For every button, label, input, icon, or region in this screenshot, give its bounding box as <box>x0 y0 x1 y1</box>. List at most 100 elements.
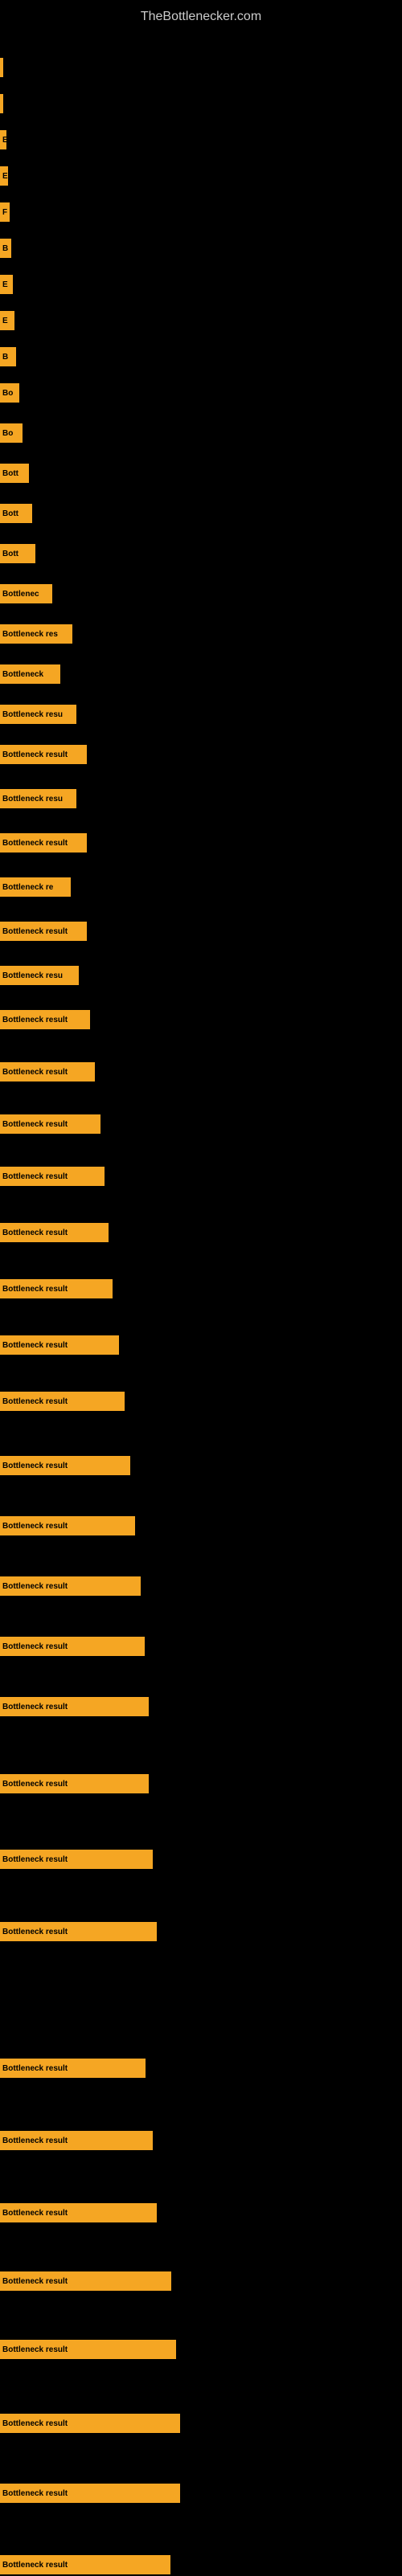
bar-row: Bottleneck result <box>0 1454 402 1477</box>
bar-row: Bott <box>0 502 402 525</box>
bar-label: E <box>2 317 8 325</box>
bar-label: Bottleneck result <box>2 1780 68 1789</box>
bar-label: Bottleneck result <box>2 2277 68 2286</box>
bar-row: Bottleneck result <box>0 1334 402 1356</box>
bar-label: Bottleneck result <box>2 2209 68 2218</box>
bar-row: Bottleneck result <box>0 2129 402 2152</box>
bar-row: Bottleneck result <box>0 2057 402 2079</box>
bar-label: Bottleneck resu <box>2 971 63 980</box>
bar: Bottleneck result <box>0 1392 125 1411</box>
bar: Bott <box>0 504 32 523</box>
bar-label: F <box>2 208 7 217</box>
bar-row: Bottleneck result <box>0 1061 402 1083</box>
bar-label: Bottleneck result <box>2 1172 68 1181</box>
bar: E <box>0 311 14 330</box>
bar: Bottleneck result <box>0 1010 90 1029</box>
bar: Bo <box>0 423 23 443</box>
bar-row: E <box>0 309 402 332</box>
bar-label: Bottleneck <box>2 670 43 679</box>
bar: Bottleneck result <box>0 1697 149 1716</box>
bar: Bottleneck result <box>0 1279 113 1298</box>
bar-row: Bottleneck result <box>0 2412 402 2435</box>
bar: B <box>0 347 16 366</box>
bar: Bo <box>0 383 19 403</box>
bar-label: Bottleneck result <box>2 1341 68 1350</box>
bar-label: Bottleneck result <box>2 1285 68 1294</box>
bar: Bottleneck result <box>0 1516 135 1535</box>
bar: Bottleneck result <box>0 1335 119 1355</box>
bar-row: B <box>0 237 402 260</box>
bar: Bottleneck <box>0 664 60 684</box>
bar: Bott <box>0 544 35 563</box>
bar: Bottleneck result <box>0 1167 105 1186</box>
bar-label: Bottleneck result <box>2 927 68 936</box>
bar-row: Bottleneck resu <box>0 787 402 810</box>
bar-label: Bott <box>2 509 18 518</box>
bar: Bott <box>0 464 29 483</box>
bar-row: Bottleneck result <box>0 1390 402 1413</box>
bar: Bottleneck result <box>0 1922 157 1941</box>
bar-row: Bottleneck result <box>0 1848 402 1871</box>
bar-row: Bottleneck result <box>0 1920 402 1943</box>
bar-row: Bottleneck result <box>0 1278 402 1300</box>
bar-label: Bottleneck result <box>2 1462 68 1470</box>
bar-row: Bottleneck result <box>0 1695 402 1718</box>
bar-row: Bottleneck result <box>0 920 402 942</box>
bar-label: Bottleneck result <box>2 1120 68 1129</box>
bar: Bottleneck result <box>0 2555 170 2574</box>
bar: B <box>0 239 11 258</box>
bar-row: B <box>0 346 402 368</box>
bar: Bottleneck result <box>0 1223 109 1242</box>
bar-label: Bottleneck result <box>2 1229 68 1237</box>
bar-label: Bottleneck resu <box>2 795 63 803</box>
bar-row: Bottlenec <box>0 583 402 605</box>
bar-row: Bottleneck result <box>0 1165 402 1188</box>
bar-row: Bottleneck res <box>0 623 402 645</box>
bar-label: B <box>2 244 8 253</box>
bar-row: Bottleneck result <box>0 2270 402 2292</box>
bar-label: B <box>2 353 8 362</box>
bar-row: Bottleneck result <box>0 2482 402 2504</box>
bar: Bottleneck result <box>0 1774 149 1793</box>
bar-label: Bott <box>2 550 18 558</box>
bar-label: Bottleneck result <box>2 1642 68 1651</box>
bar-label: Bottleneck result <box>2 2345 68 2354</box>
bar: F <box>0 202 10 222</box>
bar-label: Bottleneck result <box>2 1582 68 1591</box>
bar-label: Bottleneck result <box>2 2419 68 2428</box>
bar <box>0 58 3 77</box>
bar: Bottleneck resu <box>0 789 76 808</box>
bar-label: Bottleneck result <box>2 839 68 848</box>
bar-row: Bott <box>0 542 402 565</box>
bar-row: Bottleneck result <box>0 1221 402 1244</box>
bar-label: Bottleneck result <box>2 750 68 759</box>
bar-label: Bottleneck result <box>2 1068 68 1077</box>
bar-label: Bottleneck result <box>2 2561 68 2570</box>
bar: Bottleneck result <box>0 2340 176 2359</box>
bar: Bottleneck result <box>0 2059 146 2078</box>
bar-label: Bottleneck result <box>2 1016 68 1024</box>
bar-label: Bo <box>2 429 13 438</box>
bar: Bottleneck result <box>0 2131 153 2150</box>
bar-row: Bo <box>0 422 402 444</box>
bar-label: Bottleneck result <box>2 1703 68 1711</box>
bar-row: E <box>0 273 402 296</box>
bar: Bottleneck result <box>0 2271 171 2291</box>
bar-label: Bottleneck result <box>2 2489 68 2498</box>
bar-row: Bottleneck resu <box>0 964 402 987</box>
bar: Bottleneck result <box>0 1637 145 1656</box>
bar-label: E <box>2 172 8 181</box>
bar-label: E <box>2 136 6 145</box>
bar-label: Bo <box>2 389 13 398</box>
bar-row: Bottleneck result <box>0 2338 402 2361</box>
bar-label: Bottleneck result <box>2 2064 68 2073</box>
bar-row: Bott <box>0 462 402 485</box>
bar: Bottleneck result <box>0 2414 180 2433</box>
bar-row: E <box>0 165 402 187</box>
bar: Bottleneck result <box>0 1114 100 1134</box>
bar-row <box>0 56 402 79</box>
bar-row: Bottleneck result <box>0 1515 402 1537</box>
bar-row: Bottleneck result <box>0 743 402 766</box>
bar: Bottleneck resu <box>0 966 79 985</box>
bar: Bottleneck re <box>0 877 71 897</box>
